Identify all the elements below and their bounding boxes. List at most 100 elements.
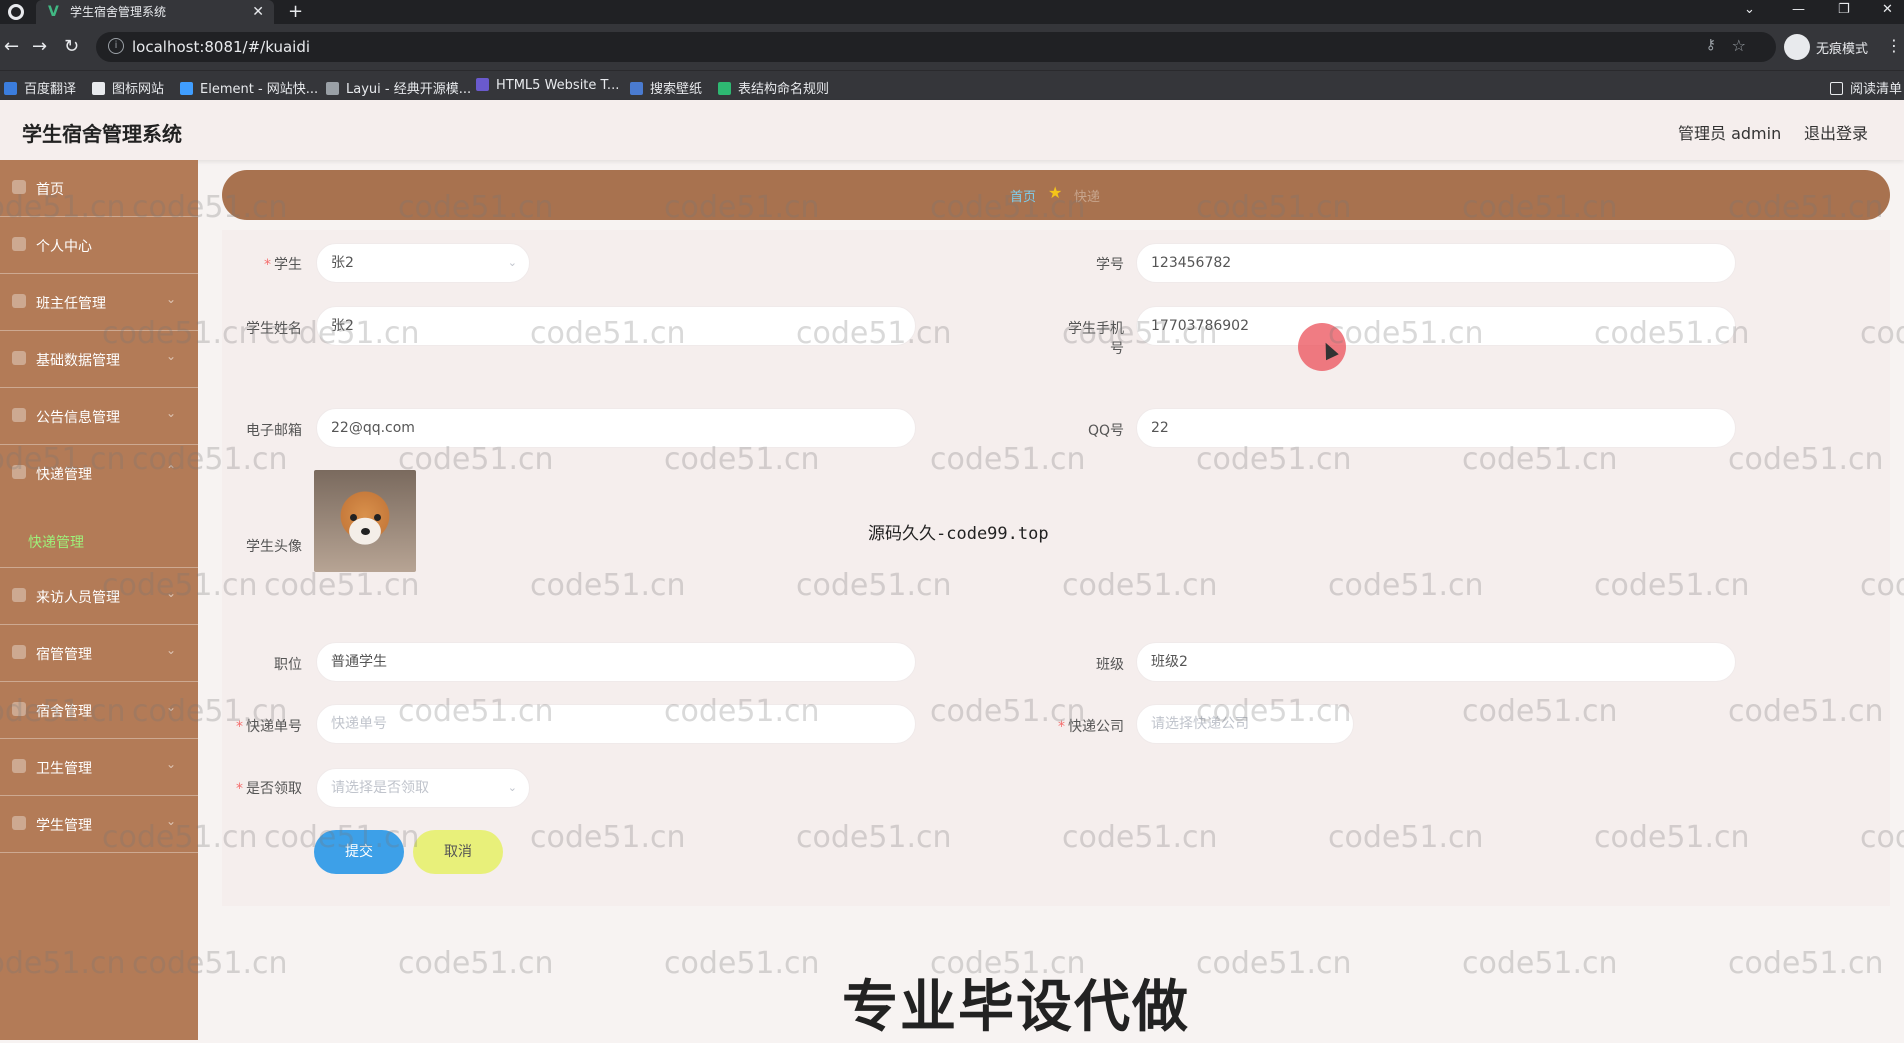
qq-label: QQ号 (1087, 423, 1124, 439)
received-label: * 是否领取 (236, 781, 302, 797)
close-window-button[interactable]: ✕ (1882, 0, 1893, 20)
chevron-down-icon: ⌄ (165, 406, 176, 420)
sidebar-item-students[interactable]: 学生管理 ⌄ (0, 796, 198, 853)
sidebar-item-teachers[interactable]: 班主任管理 ⌄ (0, 274, 198, 331)
position-label: 职位 (274, 657, 302, 673)
bookmark-item[interactable]: Element - 网站快... (180, 78, 318, 97)
bookmark-item[interactable]: 百度翻译 (4, 78, 76, 97)
address-bar: ← → ↻ i localhost:8081/#/kuaidi ⚷ ☆ 无痕模式… (0, 24, 1904, 70)
bookmark-item[interactable]: 搜索壁纸 (630, 78, 702, 97)
sidebar-subitem-express[interactable]: 快递管理 (0, 516, 198, 568)
translate-icon (4, 82, 17, 95)
chevron-down-icon: ⌄ (165, 349, 176, 363)
teacher-icon (12, 294, 26, 308)
email-label: 电子邮箱 (246, 423, 302, 439)
sidebar-item-visitors[interactable]: 来访人员管理 ⌄ (0, 568, 198, 625)
element-icon (180, 82, 193, 95)
position-field[interactable]: 普通学生 (316, 642, 916, 682)
source-overlay-text: 源码久久-code99.top (868, 524, 1049, 544)
student-name-label: 学生姓名 (246, 321, 302, 337)
dog-nose (361, 528, 370, 535)
reading-list-icon (1830, 82, 1843, 95)
sidebar-item-dorm-managers[interactable]: 宿管管理 ⌄ (0, 625, 198, 682)
chevron-down-icon: ⌄ (165, 643, 176, 657)
bookmarks-bar: 百度翻译 图标网站 Element - 网站快... Layui - 经典开源模… (0, 70, 1904, 100)
url-field[interactable]: i localhost:8081/#/kuaidi ⚷ ☆ (96, 32, 1776, 62)
student-name-field[interactable]: 张2 (316, 306, 916, 346)
new-tab-button[interactable]: + (288, 0, 303, 24)
qq-field[interactable]: 22 (1136, 408, 1736, 448)
bookmark-item[interactable]: 图标网站 (92, 78, 164, 97)
chevron-down-icon: ⌄ (165, 292, 176, 306)
sidebar-item-notices[interactable]: 公告信息管理 ⌄ (0, 388, 198, 445)
student-select[interactable]: 张2 ⌄ (316, 243, 530, 283)
bookmark-item[interactable]: HTML5 Website T... (476, 78, 619, 93)
bookmark-item[interactable]: 表结构命名规则 (718, 78, 829, 97)
sidebar-item-express[interactable]: 快递管理 ⌃ (0, 445, 198, 516)
browser-menu-icon[interactable]: ⋮ (1886, 36, 1902, 55)
phone-field[interactable]: 17703786902 (1136, 306, 1736, 346)
incognito-icon[interactable] (1784, 34, 1810, 60)
student-avatar (314, 470, 416, 572)
watermark-text: code51.cn (1462, 946, 1618, 981)
vue-logo-icon: V (48, 4, 59, 20)
tab-search-icon[interactable]: ⌄ (1744, 0, 1755, 20)
sidebar-item-hygiene[interactable]: 卫生管理 ⌄ (0, 739, 198, 796)
cancel-button[interactable]: 取消 (413, 830, 503, 874)
avatar-label: 学生头像 (246, 539, 302, 555)
star-icon: ★ (1048, 183, 1063, 202)
express-company-select[interactable]: 请选择快递公司 (1136, 704, 1354, 744)
forward-icon[interactable]: → (32, 36, 47, 58)
bookmark-star-icon[interactable]: ☆ (1732, 36, 1746, 55)
student-label: * 学生 (264, 257, 302, 273)
sidebar-item-basic-data[interactable]: 基础数据管理 ⌄ (0, 331, 198, 388)
tab-title: 学生宿舍管理系统 (70, 5, 167, 19)
restore-button[interactable]: ❐ (1838, 0, 1850, 20)
tracking-number-input[interactable]: 快递单号 (316, 704, 916, 744)
info-icon[interactable]: i (108, 38, 124, 54)
chevron-down-icon: ⌄ (507, 781, 517, 794)
sidebar-item-home[interactable]: 首页 (0, 160, 198, 217)
icon-site-icon (92, 82, 105, 95)
html5-icon (476, 78, 489, 91)
table-icon (718, 82, 731, 95)
back-icon[interactable]: ← (4, 36, 19, 58)
reload-icon[interactable]: ↻ (64, 36, 79, 58)
student-no-field[interactable]: 123456782 (1136, 243, 1736, 283)
submit-button[interactable]: 提交 (314, 830, 404, 874)
bookmark-item[interactable]: Layui - 经典开源模... (326, 78, 471, 97)
browser-tab[interactable]: V 学生宿舍管理系统 ✕ (36, 0, 274, 24)
logout-link[interactable]: 退出登录 (1804, 120, 1868, 144)
class-field[interactable]: 班级2 (1136, 642, 1736, 682)
received-select[interactable]: 请选择是否领取 ⌄ (316, 768, 530, 808)
chrome-logo-icon (8, 4, 24, 20)
chevron-up-icon: ⌃ (165, 463, 176, 477)
watermark-text: code51.cn (398, 946, 554, 981)
sidebar-item-dorms[interactable]: 宿舍管理 ⌄ (0, 682, 198, 739)
breadcrumb-home[interactable]: 首页 (1010, 186, 1036, 205)
sidebar-item-profile[interactable]: 个人中心 (0, 217, 198, 274)
key-icon[interactable]: ⚷ (1706, 37, 1716, 53)
close-tab-icon[interactable]: ✕ (252, 0, 264, 24)
package-icon (12, 465, 26, 479)
reading-list[interactable]: 阅读清单 (1830, 78, 1902, 97)
chevron-down-icon: ⌄ (165, 814, 176, 828)
app-title: 学生宿舍管理系统 (22, 122, 182, 146)
email-field[interactable]: 22@qq.com (316, 408, 916, 448)
app-header: 学生宿舍管理系统 管理员 admin 退出登录 (0, 100, 1904, 160)
notice-icon (12, 408, 26, 422)
dog-eye (350, 514, 357, 521)
building-icon (12, 702, 26, 716)
home-icon (12, 180, 26, 194)
company-label: * 快递公司 (1058, 719, 1124, 735)
student-icon (12, 816, 26, 830)
url-text: localhost:8081/#/kuaidi (132, 38, 311, 56)
wallpaper-icon (630, 82, 643, 95)
watermark-text: code51.cn (664, 946, 820, 981)
manager-icon (12, 645, 26, 659)
visitor-icon (12, 588, 26, 602)
bottom-banner: 专业毕设代做 (842, 975, 1190, 1040)
chevron-down-icon: ⌄ (165, 700, 176, 714)
browser-tab-bar: V 学生宿舍管理系统 ✕ + ⌄ — ❐ ✕ (0, 0, 1904, 24)
minimize-button[interactable]: — (1792, 0, 1805, 20)
